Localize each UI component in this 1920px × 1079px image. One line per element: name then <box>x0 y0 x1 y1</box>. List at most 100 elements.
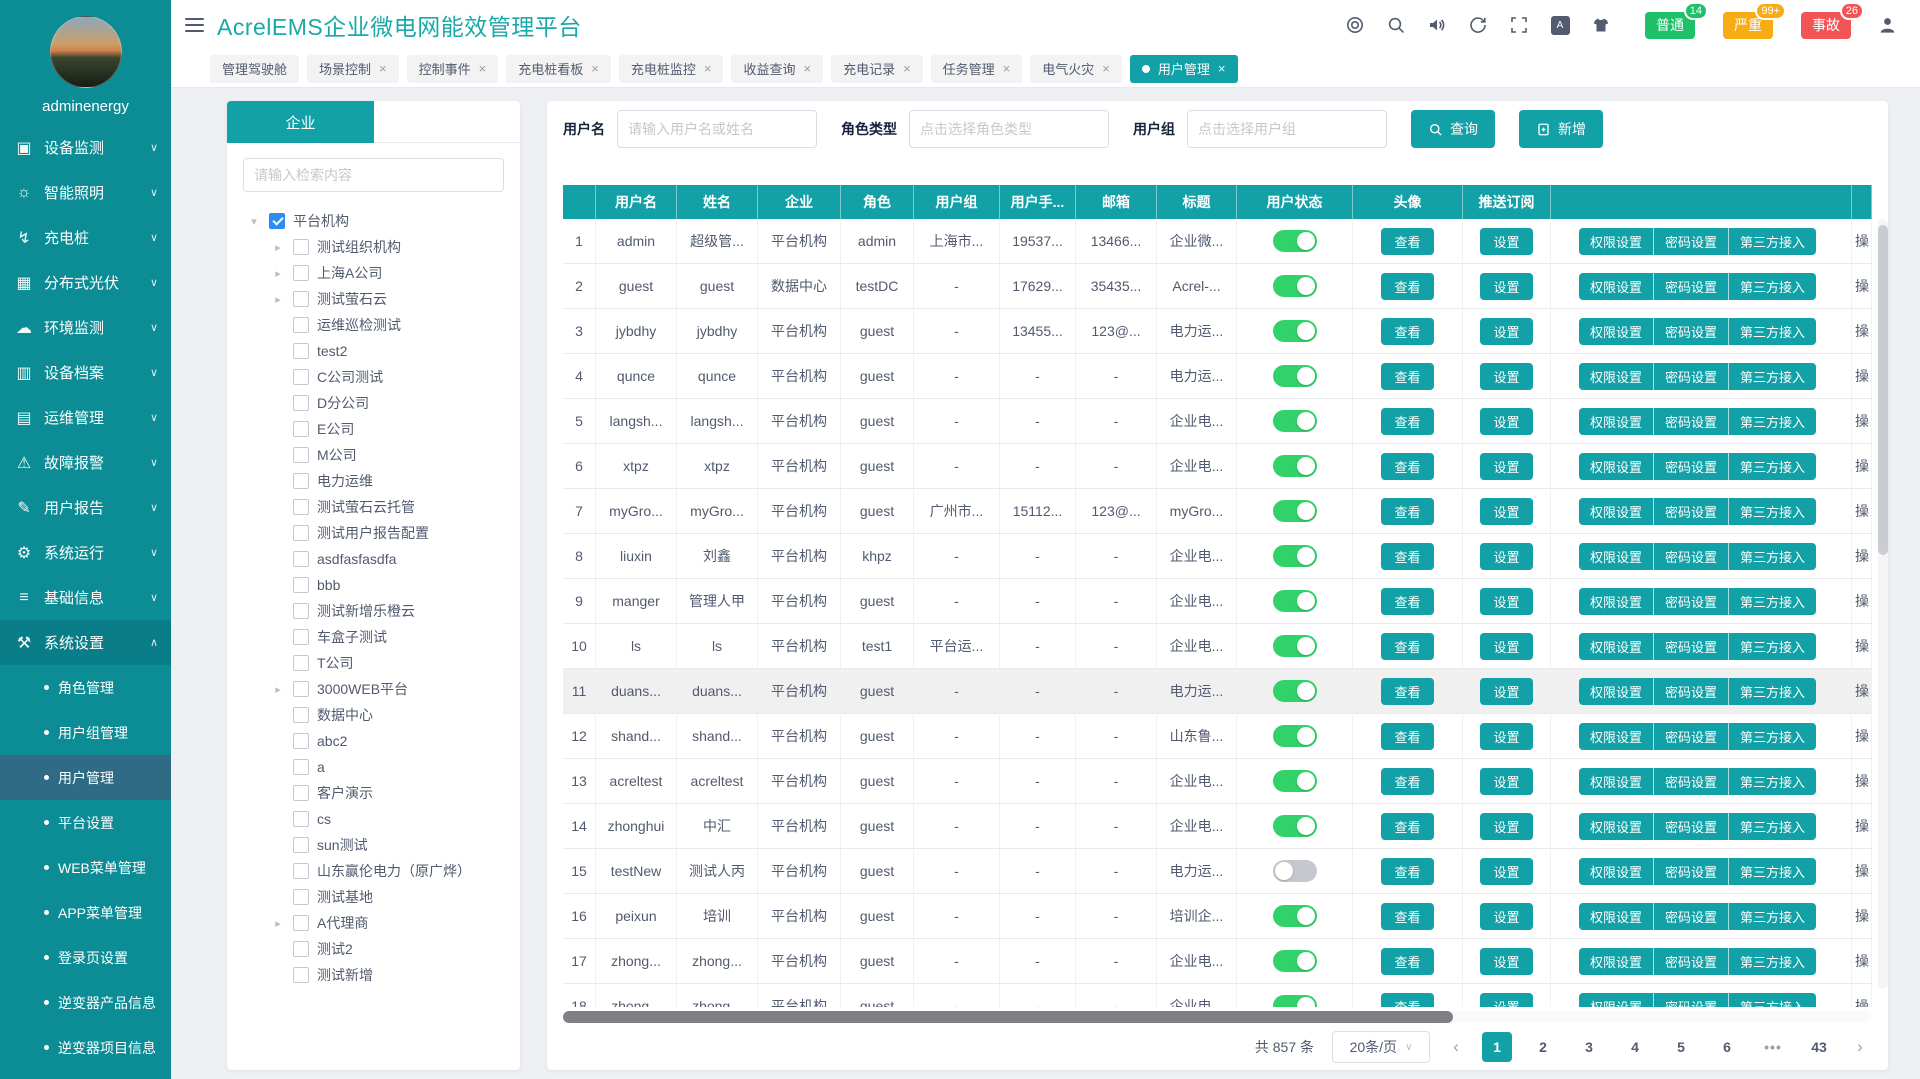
avatar-view-button[interactable]: 查看 <box>1381 993 1433 1008</box>
tab-close-icon[interactable]: × <box>1003 61 1011 76</box>
permission-settings-button[interactable]: 权限设置 <box>1579 813 1653 840</box>
sidebar-submenu-item[interactable]: 平台设置 <box>0 800 171 845</box>
third-party-access-button[interactable]: 第三方接入 <box>1728 588 1816 615</box>
tree-node[interactable]: 电力运维 <box>269 468 514 494</box>
user-status-toggle[interactable] <box>1273 230 1317 252</box>
push-subscribe-button[interactable]: 设置 <box>1480 363 1532 390</box>
password-settings-button[interactable]: 密码设置 <box>1653 633 1728 660</box>
tree-node[interactable]: asdfasfasdfa <box>269 546 514 572</box>
permission-settings-button[interactable]: 权限设置 <box>1579 723 1653 750</box>
tree-node-label[interactable]: 平台机构 <box>293 211 349 231</box>
third-party-access-button[interactable]: 第三方接入 <box>1728 363 1816 390</box>
tab-close-icon[interactable]: × <box>379 61 387 76</box>
tree-checkbox[interactable] <box>293 239 309 255</box>
sidebar-submenu-item[interactable]: 逆变器项目信息 <box>0 1025 171 1070</box>
tree-node-label[interactable]: 测试新增乐橙云 <box>317 601 415 621</box>
tree-node[interactable]: test2 <box>269 338 514 364</box>
permission-settings-button[interactable]: 权限设置 <box>1579 498 1653 525</box>
user-status-toggle[interactable] <box>1273 995 1317 1007</box>
permission-settings-button[interactable]: 权限设置 <box>1579 318 1653 345</box>
tree-checkbox[interactable] <box>293 863 309 879</box>
password-settings-button[interactable]: 密码设置 <box>1653 903 1728 930</box>
tree-checkbox[interactable] <box>293 837 309 853</box>
tree-node[interactable]: 数据中心 <box>269 702 514 728</box>
tab-close-icon[interactable]: × <box>704 61 712 76</box>
page-tab[interactable]: 充电桩监控 × <box>619 55 724 83</box>
tree-node-label[interactable]: M公司 <box>317 445 357 465</box>
push-subscribe-button[interactable]: 设置 <box>1480 633 1532 660</box>
user-status-toggle[interactable] <box>1273 905 1317 927</box>
tree-checkbox[interactable] <box>293 759 309 775</box>
tree-node[interactable]: 运维巡检测试 <box>269 312 514 338</box>
password-settings-button[interactable]: 密码设置 <box>1653 588 1728 615</box>
permission-settings-button[interactable]: 权限设置 <box>1579 228 1653 255</box>
tree-checkbox[interactable] <box>293 967 309 983</box>
user-status-toggle[interactable] <box>1273 860 1317 882</box>
permission-settings-button[interactable]: 权限设置 <box>1579 948 1653 975</box>
tree-checkbox[interactable] <box>293 395 309 411</box>
vertical-scrollbar-thumb[interactable] <box>1878 225 1888 555</box>
third-party-access-button[interactable]: 第三方接入 <box>1728 318 1816 345</box>
push-subscribe-button[interactable]: 设置 <box>1480 903 1532 930</box>
third-party-access-button[interactable]: 第三方接入 <box>1728 948 1816 975</box>
user-status-toggle[interactable] <box>1273 815 1317 837</box>
tree-node-label[interactable]: D分公司 <box>317 393 369 413</box>
tree-expand-icon[interactable]: ▸ <box>269 293 287 306</box>
password-settings-button[interactable]: 密码设置 <box>1653 813 1728 840</box>
sidebar-menu-item[interactable]: ⚒ 系统设置 ∧ <box>0 620 171 665</box>
page-number[interactable]: 2 <box>1528 1032 1558 1062</box>
user-status-toggle[interactable] <box>1273 725 1317 747</box>
push-subscribe-button[interactable]: 设置 <box>1480 858 1532 885</box>
user-status-toggle[interactable] <box>1273 635 1317 657</box>
tree-node-label[interactable]: E公司 <box>317 419 354 439</box>
avatar-view-button[interactable]: 查看 <box>1381 318 1433 345</box>
tree-expand-icon[interactable]: ▸ <box>269 917 287 930</box>
tree-node[interactable]: 测试萤石云托管 <box>269 494 514 520</box>
tree-node[interactable]: 客户演示 <box>269 780 514 806</box>
push-subscribe-button[interactable]: 设置 <box>1480 453 1532 480</box>
fullscreen-icon[interactable] <box>1508 14 1530 36</box>
permission-settings-button[interactable]: 权限设置 <box>1579 633 1653 660</box>
tree-checkbox[interactable] <box>293 915 309 931</box>
third-party-access-button[interactable]: 第三方接入 <box>1728 993 1816 1008</box>
avatar-view-button[interactable]: 查看 <box>1381 273 1433 300</box>
tree-node-label[interactable]: 车盒子测试 <box>317 627 387 647</box>
page-number[interactable]: 1 <box>1482 1032 1512 1062</box>
avatar-view-button[interactable]: 查看 <box>1381 453 1433 480</box>
password-settings-button[interactable]: 密码设置 <box>1653 363 1728 390</box>
password-settings-button[interactable]: 密码设置 <box>1653 948 1728 975</box>
sidebar-menu-item[interactable]: ▦ 分布式光伏 ∨ <box>0 260 171 305</box>
page-number[interactable]: 5 <box>1666 1032 1696 1062</box>
avatar-view-button[interactable]: 查看 <box>1381 543 1433 570</box>
user-status-toggle[interactable] <box>1273 680 1317 702</box>
push-subscribe-button[interactable]: 设置 <box>1480 588 1532 615</box>
translate-icon[interactable]: A <box>1549 14 1571 36</box>
tree-node-label[interactable]: asdfasfasdfa <box>317 551 396 567</box>
user-status-toggle[interactable] <box>1273 365 1317 387</box>
password-settings-button[interactable]: 密码设置 <box>1653 723 1728 750</box>
tree-node[interactable]: C公司测试 <box>269 364 514 390</box>
tree-node-label[interactable]: 测试新增 <box>317 965 373 985</box>
user-status-toggle[interactable] <box>1273 455 1317 477</box>
page-tab[interactable]: 控制事件 × <box>407 55 499 83</box>
tree-node[interactable]: 车盒子测试 <box>269 624 514 650</box>
avatar-view-button[interactable]: 查看 <box>1381 813 1433 840</box>
avatar-view-button[interactable]: 查看 <box>1381 228 1433 255</box>
search-icon[interactable] <box>1385 14 1407 36</box>
third-party-access-button[interactable]: 第三方接入 <box>1728 813 1816 840</box>
tab-close-icon[interactable]: × <box>903 61 911 76</box>
tree-node[interactable]: 测试用户报告配置 <box>269 520 514 546</box>
tab-close-icon[interactable]: × <box>479 61 487 76</box>
third-party-access-button[interactable]: 第三方接入 <box>1728 273 1816 300</box>
page-tab[interactable]: 管理驾驶舱 × <box>210 55 299 83</box>
permission-settings-button[interactable]: 权限设置 <box>1579 993 1653 1008</box>
sidebar-menu-item[interactable]: ☁ 环境监测 ∨ <box>0 305 171 350</box>
search-button[interactable]: 查询 <box>1411 110 1495 148</box>
tree-node[interactable]: cs <box>269 806 514 832</box>
user-avatar[interactable] <box>50 16 122 88</box>
permission-settings-button[interactable]: 权限设置 <box>1579 363 1653 390</box>
role-filter-input[interactable] <box>909 110 1109 148</box>
avatar-view-button[interactable]: 查看 <box>1381 858 1433 885</box>
sidebar-menu-item[interactable]: ⚠ 故障报警 ∨ <box>0 440 171 485</box>
tree-node-label[interactable]: 运维巡检测试 <box>317 315 401 335</box>
